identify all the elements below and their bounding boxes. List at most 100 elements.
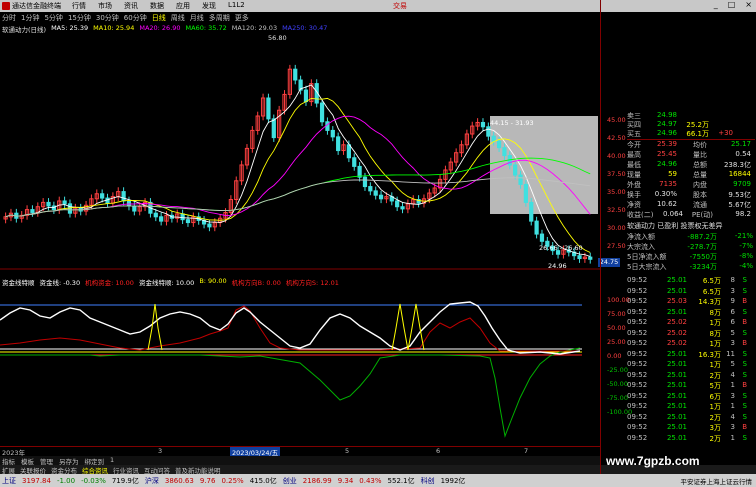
scale-label: 45.00	[607, 116, 626, 124]
tick-volume: 2万	[709, 413, 721, 422]
ma20-label: MA20: 26.90	[139, 24, 181, 32]
period-weekly[interactable]: 周线	[171, 13, 185, 23]
flow-row: 净流入额 -887.2万 -21%	[627, 232, 755, 242]
stat-key: 净资	[627, 201, 641, 209]
tick-price: 25.01	[666, 286, 687, 295]
sz-index-value: 3860.63	[164, 476, 194, 485]
sub-scale-label: 25.00	[607, 338, 626, 346]
tick-side: B	[742, 339, 747, 347]
tick-volume: 6万	[709, 392, 721, 401]
tab-1[interactable]: 1	[110, 456, 114, 465]
candle-body	[362, 176, 368, 188]
period-monthly[interactable]: 月线	[190, 13, 204, 23]
indicator-chart[interactable]	[0, 288, 600, 438]
tab-manage[interactable]: 管理	[40, 456, 53, 466]
menu-item-discover[interactable]: 发现	[202, 1, 228, 11]
menu-item-market[interactable]: 市场	[98, 1, 124, 11]
tab-related-quote[interactable]: 关联报价	[20, 465, 46, 475]
stat-value: 10.62	[656, 200, 677, 208]
period-60min[interactable]: 60分钟	[124, 13, 147, 23]
tick-price: 25.02	[666, 339, 687, 347]
tick-row: 09:52 25.01 6万 3 S	[627, 392, 755, 402]
tab-comprehensive-news[interactable]: 综合资讯	[82, 465, 108, 475]
tick-side: B	[742, 381, 747, 389]
stat-value: 24.96	[656, 160, 677, 168]
kc-index-name[interactable]: 科创	[421, 476, 435, 486]
candle-body	[293, 68, 298, 81]
tick-volume: 1万	[709, 361, 721, 369]
sh-index-name[interactable]: 上证	[2, 476, 16, 486]
flow-key: 净流入额	[627, 233, 655, 241]
info-line: 软通动力 已盈利 投票权无差异	[627, 222, 723, 230]
scale-label: 42.50	[607, 134, 626, 142]
scale-label: 30.00	[607, 224, 626, 232]
candlestick-chart[interactable]: 56.80 44.15 - 31.93 26.66 - 26.60 24.96	[0, 34, 600, 270]
candle-body	[46, 201, 51, 207]
sub-scale-label: -50.00	[607, 380, 628, 388]
period-1min[interactable]: 1分钟	[21, 13, 39, 23]
tick-row: 09:52 25.01 2万 4 S	[627, 413, 755, 423]
menu-item-l1l2[interactable]: L1L2	[228, 1, 254, 11]
date-label-5: 5	[345, 447, 350, 455]
tab-extend[interactable]: 扩展	[2, 465, 15, 475]
stat-value: 9.53亿	[728, 191, 751, 199]
tab-bind[interactable]: 绑定到	[85, 456, 105, 466]
tab-qa[interactable]: 互动问答	[144, 465, 170, 475]
tick-price: 25.01	[666, 370, 687, 379]
tab-new-feature[interactable]: 普及新功能说明	[175, 465, 221, 475]
flow-value: -3234万	[689, 263, 717, 271]
menu-item-quotes[interactable]: 行情	[72, 1, 98, 11]
period-daily[interactable]: 日线	[152, 13, 166, 23]
period-5min[interactable]: 5分钟	[44, 13, 62, 23]
period-more[interactable]: 更多	[235, 13, 249, 23]
tick-side: B	[742, 318, 747, 326]
date-label-3: 3	[158, 447, 163, 455]
tab-template[interactable]: 模板	[21, 456, 34, 466]
tab-save-as[interactable]: 另存为	[59, 456, 79, 466]
period-multi[interactable]: 多周期	[209, 13, 230, 23]
tick-side: B	[742, 423, 747, 431]
period-30min[interactable]: 30分钟	[96, 13, 119, 23]
tick-volume: 8万	[709, 308, 721, 317]
tab-industry-news[interactable]: 行业资讯	[113, 465, 139, 475]
flow-key: 大宗流入	[627, 243, 655, 251]
tab-fund-distribution[interactable]: 资金分布	[51, 465, 77, 475]
tab-indicator[interactable]: 指标	[2, 456, 15, 466]
cy-index-name[interactable]: 创业	[283, 476, 297, 486]
menu-item-trade[interactable]: 交易	[393, 1, 407, 11]
stat-value: 7135	[659, 180, 677, 188]
tick-count: 3	[730, 286, 735, 295]
level-label: 26.66 - 26.60	[539, 244, 583, 252]
period-timeshare[interactable]: 分时	[2, 13, 16, 23]
yellow-spike-2	[391, 303, 409, 351]
ma5-label: MA5: 25.39	[51, 24, 89, 32]
tick-side: S	[742, 370, 747, 379]
menu-item-apps[interactable]: 应用	[176, 1, 202, 11]
stat-value: 16844	[728, 170, 751, 178]
flow-value: -887.2万	[687, 233, 717, 241]
period-15min[interactable]: 15分钟	[68, 13, 91, 23]
candle-body	[185, 219, 191, 224]
tick-row: 09:52 25.01 1万 1 S	[627, 402, 755, 412]
main-menu: 行情 市场 资讯 数据 应用 发现 L1L2	[72, 1, 254, 11]
quote-panel: 45.00 42.50 40.00 37.50 35.00 32.50 30.0…	[600, 0, 756, 474]
stat-row: 今开 25.39 均价 25.17	[627, 140, 755, 150]
candle-body	[523, 183, 528, 203]
menu-item-news[interactable]: 资讯	[124, 1, 150, 11]
tick-volume: 8万	[709, 329, 721, 338]
menu-item-data[interactable]: 数据	[150, 1, 176, 11]
indicator-svg[interactable]	[0, 288, 600, 438]
tick-row: 09:52 25.02 1万 6 B	[627, 318, 755, 328]
tick-side: S	[742, 412, 747, 421]
stat-row: 换手 0.30% 股本 9.53亿	[627, 190, 755, 200]
tick-count: 1	[730, 381, 735, 389]
stat-key: 内盘	[693, 181, 707, 189]
tick-volume: 14.3万	[698, 298, 721, 306]
stat-row: 现量 59 总量 16844	[627, 170, 755, 180]
sz-index-name[interactable]: 沪深	[145, 476, 159, 486]
green-flow-line	[0, 347, 581, 438]
indicator-name[interactable]: 资金线特顺	[2, 277, 35, 287]
quote-change: +30	[718, 129, 733, 137]
candlestick-svg[interactable]: 56.80 44.15 - 31.93 26.66 - 26.60 24.96	[0, 34, 600, 270]
candle-body	[352, 157, 357, 167]
